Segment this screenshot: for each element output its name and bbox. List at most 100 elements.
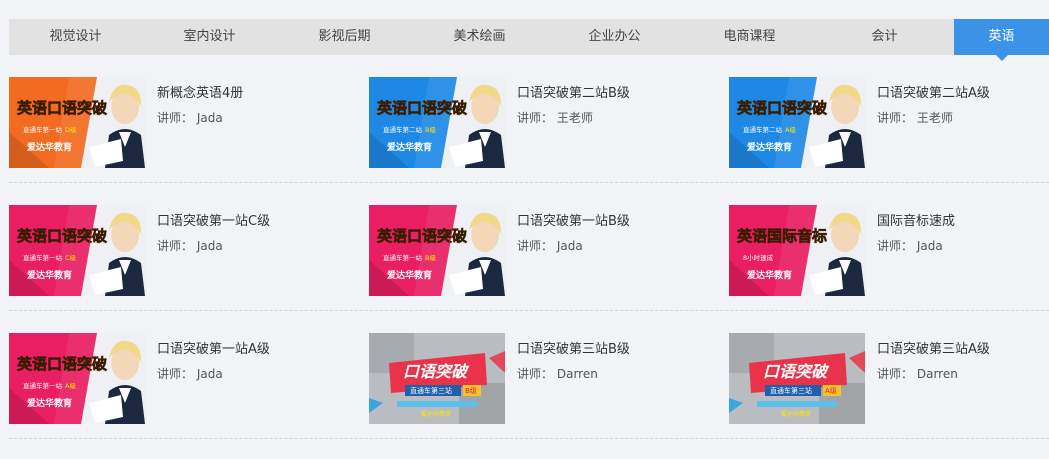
tab-7[interactable]: 英语 (954, 19, 1049, 61)
thumb-level: A级 (825, 386, 837, 395)
course-title[interactable]: 口语突破第一站C级 (157, 210, 270, 229)
course-thumbnail[interactable]: 英语口语突破 直通车第一站 B级 爱达华教育 (369, 205, 505, 296)
course-thumbnail[interactable]: 英语国际音标 8小时速成 爱达华教育 (729, 205, 865, 296)
thumb-headline: 口语突破 (403, 362, 470, 381)
thumb-level: B级 (425, 125, 436, 134)
thumb-headline: 英语口语突破 (737, 99, 827, 117)
course-title[interactable]: 口语突破第二站B级 (517, 82, 630, 101)
thumb-headline: 英语口语突破 (377, 99, 467, 117)
thumb-brand: 爱达华教育 (781, 410, 811, 418)
thumb-sub: 直通车第一站 (23, 253, 63, 262)
teacher-label: 讲师： (157, 111, 194, 125)
thumb-sub: 直通车第二站 (383, 125, 423, 134)
course-row: 英语口语突破 直通车第一站 D级 爱达华教育 新概念英语4册 讲师： Jada 英… (9, 55, 1049, 183)
teacher-label: 讲师： (517, 367, 554, 381)
teacher-label: 讲师： (877, 367, 914, 381)
tab-3[interactable]: 美术绘画 (412, 19, 547, 55)
category-tabbar: 视觉设计 室内设计 影视后期 美术绘画 企业办公 电商课程 会计 英语 (9, 19, 1049, 61)
course-teacher: 讲师： Jada (157, 237, 223, 254)
course-teacher: 讲师： Jada (157, 109, 223, 126)
thumb-headline: 英语口语突破 (17, 355, 107, 373)
course-title[interactable]: 口语突破第一站A级 (157, 338, 270, 357)
course-title[interactable]: 口语突破第三站B级 (517, 338, 630, 357)
course-card[interactable]: 英语口语突破 直通车第二站 A级 爱达华教育 口语突破第二站A级 讲师： 王老师 (729, 77, 1049, 169)
thumb-brand: 爱达华教育 (747, 269, 792, 281)
course-teacher: 讲师： Jada (517, 237, 583, 254)
teacher-name: Darren (556, 367, 598, 381)
course-card[interactable]: 英语口语突破 直通车第一站 C级 爱达华教育 口语突破第一站C级 讲师： Jada (9, 205, 349, 297)
thumb-level: B级 (465, 386, 477, 395)
course-thumbnail[interactable]: 英语口语突破 直通车第一站 D级 爱达华教育 (9, 77, 145, 168)
tab-1[interactable]: 室内设计 (142, 19, 277, 55)
course-thumbnail[interactable]: 英语口语突破 直通车第一站 A级 爱达华教育 (9, 333, 145, 424)
course-card[interactable]: 英语口语突破 直通车第一站 B级 爱达华教育 口语突破第一站B级 讲师： Jada (369, 205, 709, 297)
thumb-headline: 英语口语突破 (17, 99, 107, 117)
teacher-label: 讲师： (517, 111, 554, 125)
course-card[interactable]: 英语口语突破 直通车第二站 B级 爱达华教育 口语突破第二站B级 讲师： 王老师 (369, 77, 709, 169)
course-thumbnail[interactable]: 英语口语突破 直通车第二站 B级 爱达华教育 (369, 77, 505, 168)
thumb-sub: 直通车第一站 (383, 253, 423, 262)
thumb-level: B级 (425, 253, 436, 262)
teacher-name: 王老师 (556, 111, 593, 125)
course-teacher: 讲师： 王老师 (877, 109, 953, 126)
tab-2[interactable]: 影视后期 (277, 19, 412, 55)
thumb-headline: 英语口语突破 (17, 227, 107, 245)
course-thumbnail[interactable]: 英语口语突破 直通车第一站 C级 爱达华教育 (9, 205, 145, 296)
thumb-brand: 爱达华教育 (747, 141, 792, 153)
course-row: 英语口语突破 直通车第一站 C级 爱达华教育 口语突破第一站C级 讲师： Jada… (9, 183, 1049, 311)
course-title[interactable]: 口语突破第三站A级 (877, 338, 990, 357)
tab-6[interactable]: 会计 (817, 19, 952, 55)
course-card[interactable]: 英语国际音标 8小时速成 爱达华教育 国际音标速成 讲师： Jada (729, 205, 1049, 297)
course-teacher: 讲师： 王老师 (517, 109, 593, 126)
tab-5[interactable]: 电商课程 (682, 19, 817, 55)
teacher-name: Jada (196, 239, 223, 253)
course-thumbnail[interactable]: 英语口语突破 直通车第二站 A级 爱达华教育 (729, 77, 865, 168)
teacher-label: 讲师： (877, 111, 914, 125)
course-teacher: 讲师： Jada (157, 365, 223, 382)
thumb-sub: 直通车第二站 (743, 125, 783, 134)
course-thumbnail[interactable]: 口语突破 直通车第三站 B级 爱达华教育 (369, 333, 505, 424)
thumb-sub: 直通车第三站 (770, 386, 812, 395)
thumb-level: C级 (65, 253, 77, 262)
course-title[interactable]: 口语突破第一站B级 (517, 210, 630, 229)
teacher-name: Jada (196, 111, 223, 125)
course-card[interactable]: 英语口语突破 直通车第一站 D级 爱达华教育 新概念英语4册 讲师： Jada (9, 77, 349, 169)
course-row: 英语口语突破 直通车第一站 A级 爱达华教育 口语突破第一站A级 讲师： Jada… (9, 311, 1049, 439)
thumb-level: A级 (785, 125, 796, 134)
thumb-brand: 爱达华教育 (27, 269, 72, 281)
course-card[interactable]: 口语突破 直通车第三站 A级 爱达华教育 口语突破第三站A级 讲师： Darren (729, 333, 1049, 425)
teacher-label: 讲师： (157, 367, 194, 381)
teacher-name: Jada (916, 239, 943, 253)
course-thumbnail[interactable]: 口语突破 直通车第三站 A级 爱达华教育 (729, 333, 865, 424)
thumb-brand: 爱达华教育 (27, 141, 72, 153)
teacher-name: 王老师 (916, 111, 953, 125)
teacher-name: Jada (556, 239, 583, 253)
tab-0[interactable]: 视觉设计 (9, 19, 142, 55)
teacher-label: 讲师： (517, 239, 554, 253)
teacher-label: 讲师： (877, 239, 914, 253)
teacher-label: 讲师： (157, 239, 194, 253)
teacher-name: Jada (196, 367, 223, 381)
thumb-brand: 爱达华教育 (387, 269, 432, 281)
thumb-level: A级 (65, 381, 76, 390)
course-card[interactable]: 英语口语突破 直通车第一站 A级 爱达华教育 口语突破第一站A级 讲师： Jada (9, 333, 349, 425)
thumb-level: D级 (65, 125, 77, 134)
thumb-brand: 爱达华教育 (387, 141, 432, 153)
thumb-headline: 英语口语突破 (377, 227, 467, 245)
thumb-brand: 爱达华教育 (421, 410, 451, 418)
thumb-sub: 8小时速成 (743, 253, 774, 262)
thumb-sub: 直通车第一站 (23, 381, 63, 390)
course-card[interactable]: 口语突破 直通车第三站 B级 爱达华教育 口语突破第三站B级 讲师： Darren (369, 333, 709, 425)
thumb-sub: 直通车第三站 (410, 386, 452, 395)
tab-4[interactable]: 企业办公 (547, 19, 682, 55)
thumb-brand: 爱达华教育 (27, 397, 72, 409)
course-grid: 英语口语突破 直通车第一站 D级 爱达华教育 新概念英语4册 讲师： Jada 英… (9, 55, 1049, 439)
course-title[interactable]: 新概念英语4册 (157, 82, 243, 101)
course-title[interactable]: 口语突破第二站A级 (877, 82, 990, 101)
course-teacher: 讲师： Darren (877, 365, 958, 382)
course-title[interactable]: 国际音标速成 (877, 210, 955, 229)
teacher-name: Darren (916, 367, 958, 381)
course-teacher: 讲师： Jada (877, 237, 943, 254)
course-teacher: 讲师： Darren (517, 365, 598, 382)
thumb-headline: 英语国际音标 (737, 227, 827, 245)
